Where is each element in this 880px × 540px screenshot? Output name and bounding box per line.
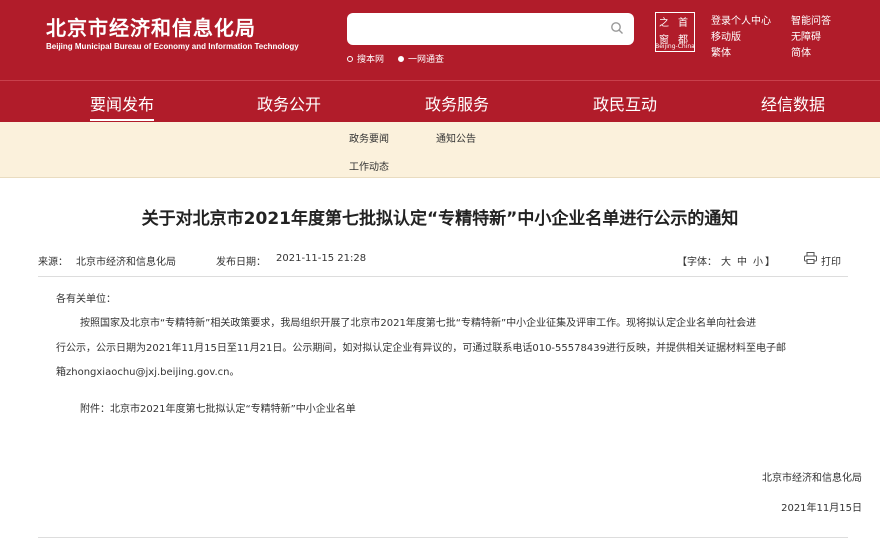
- font-medium-button[interactable]: 中: [737, 253, 747, 268]
- scope-option-site[interactable]: 搜本网: [347, 52, 384, 65]
- font-large-button[interactable]: 大: [721, 253, 731, 268]
- source-value: 北京市经济和信息化局: [76, 257, 176, 268]
- paragraph-line: 按照国家及北京市“专精特新”相关政策要求，我局组织开展了北京市2021年度第七批…: [80, 318, 757, 329]
- source-label: 来源：: [38, 257, 68, 268]
- subnav-gov-news[interactable]: 政务要闻: [349, 130, 389, 145]
- search-box: [347, 13, 634, 45]
- paragraph-line: 行公示，公示日期为2021年11月15日至11月21日。公示期间，如对拟认定企业…: [56, 343, 786, 354]
- site-title[interactable]: 北京市经济和信息化局: [46, 12, 256, 41]
- subnav-notices[interactable]: 通知公告: [436, 130, 476, 145]
- print-button[interactable]: 打印: [821, 253, 841, 268]
- traditional-link[interactable]: 繁体: [711, 44, 731, 59]
- smart-qa-link[interactable]: 智能问答: [791, 12, 831, 27]
- search-input[interactable]: [357, 19, 597, 39]
- mobile-link[interactable]: 移动版: [711, 28, 741, 43]
- accessibility-link[interactable]: 无障碍: [791, 28, 821, 43]
- logo-caption: Beijing-China: [655, 43, 695, 50]
- subnav-work-updates[interactable]: 工作动态: [349, 158, 389, 173]
- font-size-close: 】: [765, 257, 775, 268]
- publish-date: 2021-11-15 21:28: [276, 253, 367, 264]
- nav-data[interactable]: 经信数据: [761, 91, 825, 115]
- font-small-button[interactable]: 小: [753, 253, 763, 268]
- bottom-divider: [38, 537, 848, 538]
- nav-gov-affairs[interactable]: 政务公开: [257, 91, 321, 115]
- meta-divider: [38, 276, 848, 277]
- site-header: 北京市经济和信息化局 Beijing Municipal Bureau of E…: [0, 0, 880, 80]
- main-nav: 要闻发布 政务公开 政务服务 政民互动 经信数据: [0, 80, 880, 122]
- printer-icon[interactable]: [804, 252, 817, 264]
- sub-nav: 政务要闻 通知公告 工作动态: [0, 122, 880, 178]
- simplified-link[interactable]: 简体: [791, 44, 811, 59]
- nav-gov-services[interactable]: 政务服务: [425, 91, 489, 115]
- paragraph-line: 箱zhongxiaochu@jxj.beijing.gov.cn。: [56, 367, 240, 378]
- signature: 北京市经济和信息化局: [762, 473, 862, 484]
- scope-option-all[interactable]: 一网通查: [398, 52, 444, 65]
- font-size-label: 【字体：: [677, 257, 717, 268]
- site-subtitle: Beijing Municipal Bureau of Economy and …: [46, 42, 299, 51]
- salutation: 各有关单位：: [56, 294, 116, 305]
- search-icon[interactable]: [610, 21, 624, 35]
- attachment-link[interactable]: 附件：北京市2021年度第七批拟认定“专精特新”中小企业名单: [80, 398, 680, 422]
- radio-icon: [347, 55, 353, 62]
- date-label: 发布日期：: [216, 257, 266, 268]
- login-link[interactable]: 登录个人中心: [711, 12, 771, 27]
- radio-selected-icon: [398, 55, 404, 62]
- nav-interaction[interactable]: 政民互动: [593, 91, 657, 115]
- sign-date: 2021年11月15日: [781, 503, 862, 514]
- article-title: 关于对北京市2021年度第七批拟认定“专精特新”中小企业名单进行公示的通知: [141, 209, 739, 229]
- nav-news[interactable]: 要闻发布: [90, 91, 155, 121]
